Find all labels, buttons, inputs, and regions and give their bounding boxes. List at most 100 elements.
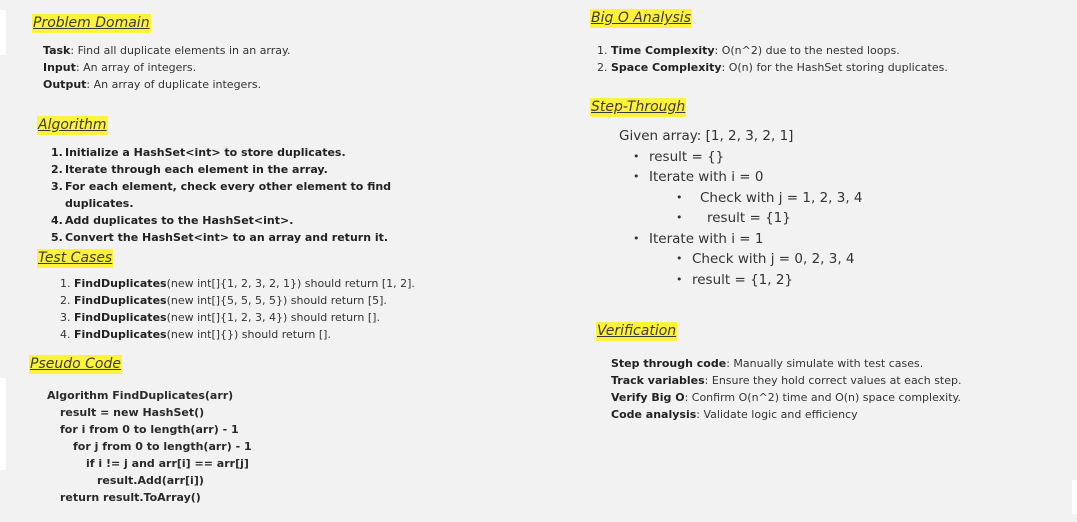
- code-line: if i != j and arr[i] == arr[j]: [86, 457, 249, 470]
- step-bullet: • result = {}: [619, 147, 863, 168]
- test-case-text: (new int[]{1, 2, 3, 4}) should return []…: [166, 311, 380, 324]
- step-text-continued: duplicates.: [65, 197, 134, 210]
- problem-domain-heading: Problem Domain: [32, 14, 151, 33]
- step-number: 4.: [51, 214, 63, 227]
- algorithm-step: 1. Initialize a HashSet<int> to store dup…: [51, 144, 391, 161]
- problem-row-text: : An array of duplicate integers.: [86, 78, 262, 91]
- verification-key: Verify Big O: [611, 391, 685, 404]
- big-o-item: 1. Time Complexity: O(n^2) due to the nes…: [597, 42, 948, 59]
- step-bullet: • Iterate with i = 0: [619, 167, 863, 188]
- test-case-number: 3.: [60, 311, 71, 324]
- code-line: return result.ToArray(): [60, 491, 201, 504]
- algorithm-heading: Algorithm: [37, 116, 108, 135]
- verification-row: Code analysis: Validate logic and effici…: [611, 406, 962, 423]
- bullet-dot: •: [633, 149, 640, 163]
- pseudo-code-heading: Pseudo Code: [29, 355, 122, 374]
- code-line: for j from 0 to length(arr) - 1: [73, 440, 252, 453]
- verification-key: Track variables: [611, 374, 705, 387]
- test-case-function: FindDuplicates: [74, 277, 167, 290]
- bullet-dot: •: [633, 231, 640, 245]
- bullet-text: Check with j = 0, 2, 3, 4: [692, 251, 855, 267]
- big-o-heading: Big O Analysis: [590, 9, 692, 28]
- verification-key: Code analysis: [611, 408, 697, 421]
- test-case-text: (new int[]{5, 5, 5, 5}) should return [5…: [166, 294, 387, 307]
- big-o-key: Time Complexity: [611, 44, 715, 57]
- step-number: 2.: [51, 163, 63, 176]
- step-bullet: • Check with j = 1, 2, 3, 4: [619, 188, 863, 209]
- big-o-key: Space Complexity: [611, 61, 722, 74]
- verification-text: : Confirm O(n^2) time and O(n) space com…: [684, 391, 961, 404]
- verification-heading: Verification: [596, 322, 678, 341]
- problem-row-key: Output: [43, 78, 87, 91]
- big-o-item: 2. Space Complexity: O(n) for the HashSet…: [597, 59, 948, 76]
- big-o-number: 1.: [597, 44, 608, 57]
- bullet-text: Iterate with i = 0: [649, 169, 764, 185]
- step-through-heading: Step-Through: [590, 98, 687, 117]
- test-case-function: FindDuplicates: [74, 328, 167, 341]
- problem-domain-body: Task: Find all duplicate elements in an …: [43, 42, 290, 93]
- given-array: Given array: [1, 2, 3, 2, 1]: [619, 128, 794, 144]
- step-through-body: Given array: [1, 2, 3, 2, 1] • result = {…: [619, 126, 863, 290]
- step-bullet: • Iterate with i = 1: [619, 229, 863, 250]
- verification-row: Track variables: Ensure they hold correc…: [611, 372, 962, 389]
- bullet-dot: •: [676, 211, 683, 224]
- verification-key: Step through code: [611, 357, 727, 370]
- step-text: Iterate through each element in the arra…: [65, 163, 328, 176]
- big-o-text: : O(n^2) due to the nested loops.: [714, 44, 900, 57]
- code-line: result.Add(arr[i]): [97, 474, 204, 487]
- step-bullet: • result = {1}: [619, 208, 863, 229]
- problem-row-text: : An array of integers.: [75, 61, 197, 74]
- verification-row: Verify Big O: Confirm O(n^2) time and O(…: [611, 389, 962, 406]
- test-case-number: 1.: [60, 277, 71, 290]
- algorithm-steps: 1. Initialize a HashSet<int> to store dup…: [51, 144, 391, 246]
- algorithm-step: 3. For each element, check every other el…: [51, 178, 391, 212]
- algorithm-step: 2. Iterate through each element in the ar…: [51, 161, 391, 178]
- bullet-dot: •: [676, 190, 683, 204]
- test-case-text: (new int[]{}) should return [].: [166, 328, 331, 341]
- step-text: Add duplicates to the HashSet<int>.: [65, 214, 294, 227]
- step-text: Initialize a HashSet<int> to store dupli…: [65, 146, 346, 159]
- test-case-number: 2.: [60, 294, 71, 307]
- test-case-item: 3. FindDuplicates(new int[]{1, 2, 3, 4}) …: [60, 309, 415, 326]
- code-line: Algorithm FindDuplicates(arr): [47, 389, 234, 402]
- problem-row-key: Input: [43, 61, 76, 74]
- verification-text: : Validate logic and efficiency: [696, 408, 858, 421]
- problem-row-text: : Find all duplicate elements in an arra…: [70, 44, 291, 57]
- big-o-number: 2.: [597, 61, 608, 74]
- code-line: result = new HashSet(): [60, 406, 205, 419]
- bullet-text: Check with j = 1, 2, 3, 4: [700, 189, 863, 206]
- test-case-function: FindDuplicates: [74, 311, 167, 324]
- bullet-dot: •: [676, 272, 683, 286]
- verification-row: Step through code: Manually simulate wit…: [611, 355, 962, 372]
- verification-body: Step through code: Manually simulate wit…: [611, 355, 962, 423]
- left-edge-top: [0, 10, 6, 55]
- step-number: 3.: [51, 180, 63, 193]
- algorithm-step: 5. Convert the HashSet<int> to an array a…: [51, 229, 391, 246]
- left-edge-bottom: [0, 378, 6, 470]
- problem-row: Output: An array of duplicate integers.: [43, 76, 290, 93]
- pseudo-code-block: Algorithm FindDuplicates(arr) result = n…: [47, 387, 252, 506]
- step-bullet: • Check with j = 0, 2, 3, 4: [619, 249, 863, 270]
- big-o-text: : O(n) for the HashSet storing duplicate…: [721, 61, 948, 74]
- verification-text: : Ensure they hold correct values at eac…: [704, 374, 962, 387]
- test-case-number: 4.: [60, 328, 71, 341]
- test-case-function: FindDuplicates: [74, 294, 167, 307]
- bullet-text: result = {}: [649, 148, 725, 165]
- step-text: Convert the HashSet<int> to an array and…: [65, 231, 389, 244]
- bullet-dot: •: [676, 252, 683, 265]
- problem-row-key: Task: [43, 44, 71, 57]
- bullet-dot: •: [633, 170, 640, 183]
- step-number: 5.: [51, 231, 63, 244]
- bullet-text: Iterate with i = 1: [649, 230, 764, 247]
- big-o-list: 1. Time Complexity: O(n^2) due to the nes…: [597, 42, 948, 76]
- test-case-item: 4. FindDuplicates(new int[]{}) should ret…: [60, 326, 415, 343]
- algorithm-step: 4. Add duplicates to the HashSet<int>.: [51, 212, 391, 229]
- problem-row: Input: An array of integers.: [43, 59, 290, 76]
- test-cases-heading: Test Cases: [37, 249, 114, 268]
- step-number: 1.: [51, 146, 63, 159]
- test-case-item: 2. FindDuplicates(new int[]{5, 5, 5, 5}) …: [60, 292, 415, 309]
- step-text: For each element, check every other elem…: [65, 180, 392, 193]
- bullet-text: result = {1}: [707, 210, 791, 226]
- step-bullet: • result = {1, 2}: [619, 270, 863, 291]
- test-case-text: (new int[]{1, 2, 3, 2, 1}) should return…: [166, 277, 415, 290]
